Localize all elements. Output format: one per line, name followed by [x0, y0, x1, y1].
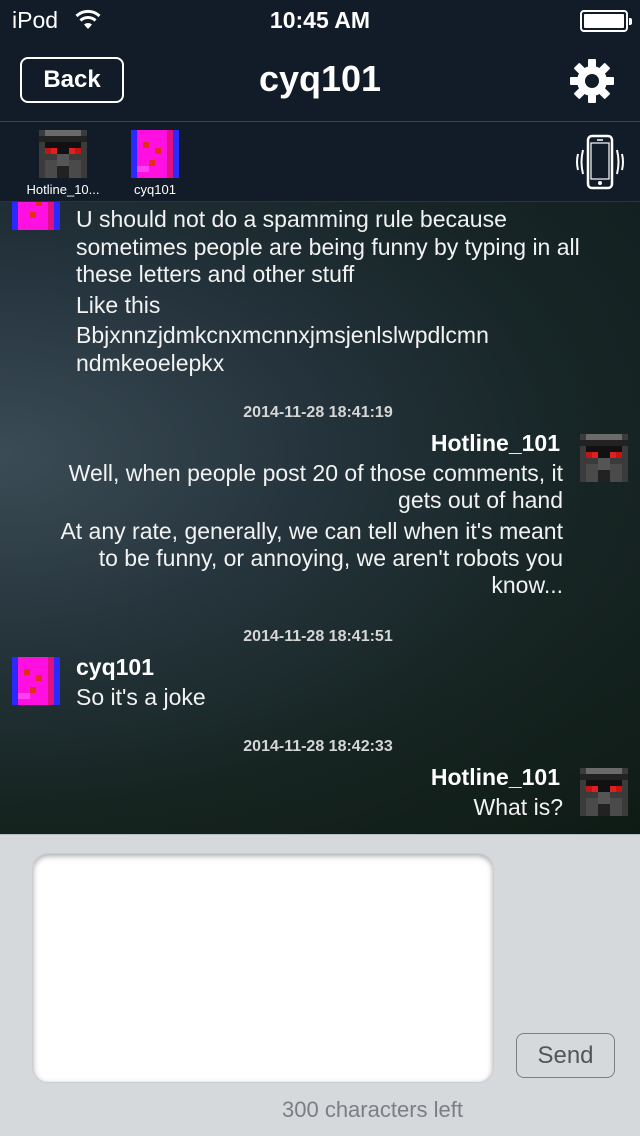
message-text: Bbjxnnzjdmkcnxmcnnxjmsjenlslwpdlcmn [76, 322, 489, 348]
message-text: At any rate, generally, we can tell when… [60, 518, 563, 544]
pink-pixel-avatar [12, 202, 60, 230]
robot-avatar [580, 434, 628, 482]
message-text: So it's a joke [76, 684, 206, 710]
page-title: cyq101 [258, 58, 382, 99]
character-counter: 300 characters left [282, 1097, 463, 1122]
participant-name: cyq101 [134, 182, 176, 197]
message-text: gets out of hand [398, 487, 563, 513]
message-text: What is? [473, 794, 563, 820]
robot-avatar [39, 130, 87, 178]
message-text: Well, when people post 20 of those comme… [68, 460, 563, 486]
phone-vibrate-icon[interactable] [576, 132, 624, 192]
message-text: ndmkeoelepkx [76, 350, 225, 376]
message-timestamp: 2014-11-28 18:41:51 [243, 628, 393, 645]
message-sender: cyq101 [76, 654, 155, 680]
message-sender: Hotline_101 [430, 764, 560, 790]
message-text: to be funny, or annoying, we aren't robo… [98, 545, 563, 571]
message-composer: Send 300 characters left [0, 834, 640, 1136]
clock: 10:45 AM [269, 7, 371, 33]
status-bar: iPod 10:45 AM [0, 0, 640, 40]
participant-name: Hotline_10... [26, 182, 100, 197]
pink-pixel-avatar [131, 130, 179, 178]
message-text: U should not do a spamming rule because [76, 206, 507, 232]
navigation-bar: Back cyq101 [0, 40, 640, 122]
message-text: know... [491, 572, 563, 598]
message-input[interactable] [32, 853, 494, 1083]
message-timestamp: 2014-11-28 18:41:19 [243, 404, 393, 421]
participant-cyq101[interactable]: cyq101 [110, 130, 200, 197]
gear-icon[interactable] [568, 57, 616, 105]
robot-avatar [580, 768, 628, 816]
message-timestamp: 2014-11-28 18:42:33 [243, 738, 393, 755]
message-text: these letters and other stuff [76, 261, 355, 287]
message-text: Like this [76, 292, 161, 318]
chat-log[interactable]: U should not do a spamming rule because … [0, 202, 640, 834]
send-button[interactable]: Send [516, 1033, 615, 1078]
message-sender: Hotline_101 [430, 430, 560, 456]
participants-bar: Hotline_10... cyq101 [0, 122, 640, 202]
battery-full-icon [580, 10, 632, 32]
message-text: sometimes people are being funny by typi… [76, 234, 580, 260]
pink-pixel-avatar [12, 657, 60, 705]
participant-hotline[interactable]: Hotline_10... [18, 130, 108, 197]
